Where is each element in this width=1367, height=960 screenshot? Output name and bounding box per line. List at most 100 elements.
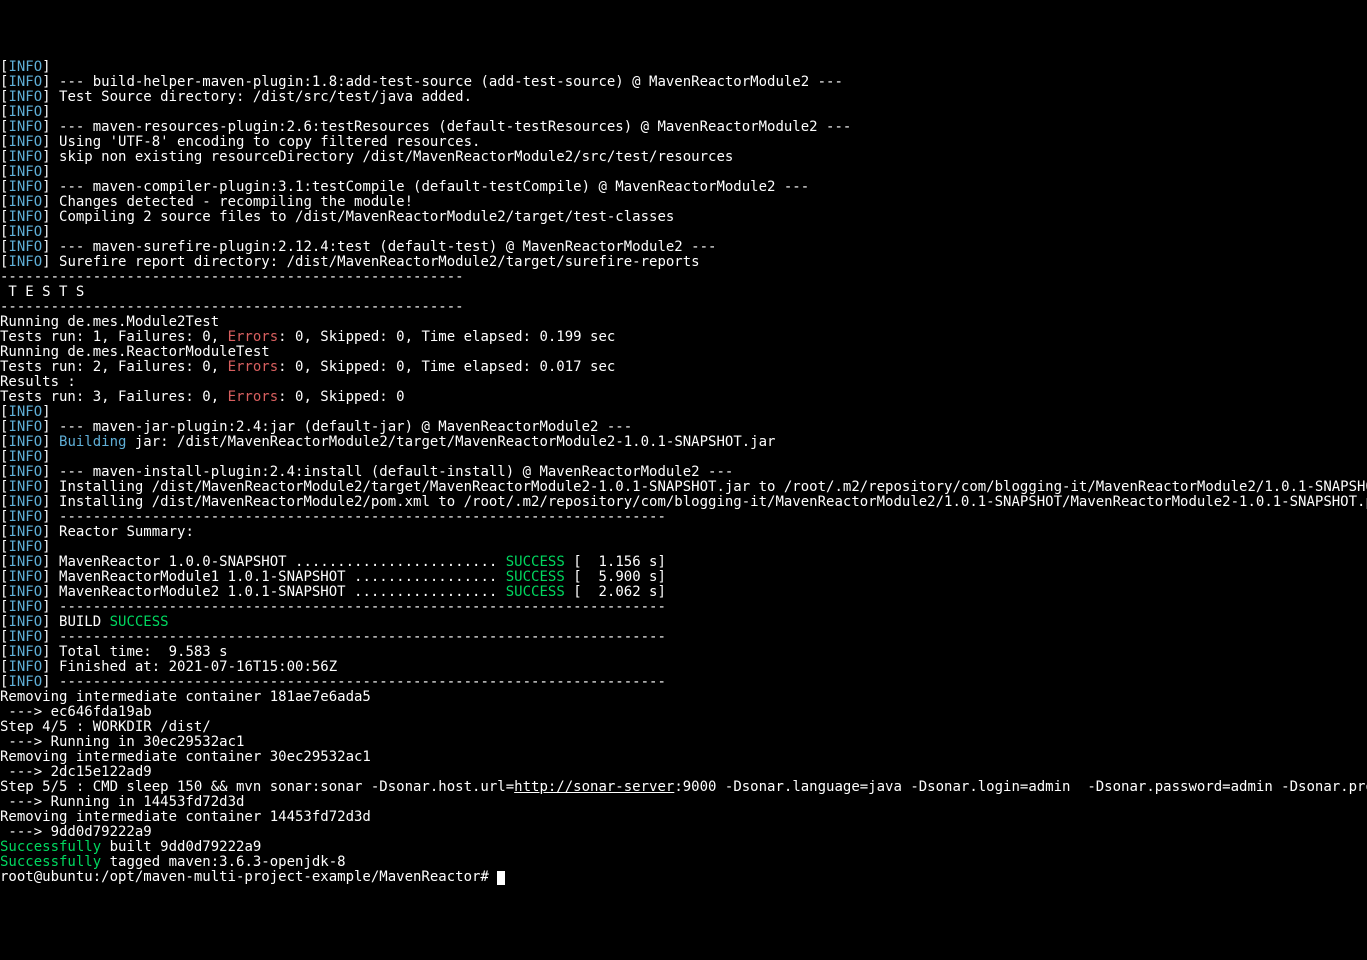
terminal-line: [INFO] Compiling 2 source files to /dist… bbox=[0, 210, 1367, 225]
info-text: INFO bbox=[8, 164, 42, 180]
info-text: INFO bbox=[8, 569, 42, 585]
terminal-line: [INFO] bbox=[0, 540, 1367, 555]
terminal-text: ] Total time: 9.583 s bbox=[42, 644, 227, 660]
terminal-text: ] Installing /dist/MavenReactorModule2/p… bbox=[42, 494, 1367, 510]
terminal-line: [INFO] ---------------------------------… bbox=[0, 675, 1367, 690]
info-text: INFO bbox=[8, 74, 42, 90]
terminal-text: ] bbox=[42, 449, 50, 465]
terminal-line: ---> ec646fda19ab bbox=[0, 705, 1367, 720]
info-text: INFO bbox=[8, 479, 42, 495]
terminal-text: ---> 2dc15e122ad9 bbox=[0, 764, 152, 780]
terminal-line: [INFO] MavenReactorModule1 1.0.1-SNAPSHO… bbox=[0, 570, 1367, 585]
terminal-line: Removing intermediate container 181ae7e6… bbox=[0, 690, 1367, 705]
terminal-line: Successfully tagged maven:3.6.3-openjdk-… bbox=[0, 855, 1367, 870]
terminal-text: Tests run: 1, Failures: 0, bbox=[0, 329, 228, 345]
terminal-text: ] bbox=[42, 104, 50, 120]
terminal-text: ] Reactor Summary: bbox=[42, 524, 194, 540]
terminal-text: built 9dd0d79222a9 bbox=[101, 839, 261, 855]
info-text: INFO bbox=[8, 614, 42, 630]
terminal-line: Tests run: 2, Failures: 0, Errors: 0, Sk… bbox=[0, 360, 1367, 375]
terminal-text: ] --------------------------------------… bbox=[42, 629, 666, 645]
terminal-text: Running de.mes.Module2Test bbox=[0, 314, 219, 330]
terminal-text: Tests run: 2, Failures: 0, bbox=[0, 359, 228, 375]
info-text: INFO bbox=[8, 419, 42, 435]
info-text: INFO bbox=[8, 179, 42, 195]
terminal-line: [INFO] --- maven-jar-plugin:2.4:jar (def… bbox=[0, 420, 1367, 435]
terminal-line: Step 4/5 : WORKDIR /dist/ bbox=[0, 720, 1367, 735]
terminal-line: Results : bbox=[0, 375, 1367, 390]
terminal-text: ] Surefire report directory: /dist/Maven… bbox=[42, 254, 699, 270]
errors-text: Errors bbox=[228, 359, 279, 375]
terminal-text: ] --- maven-compiler-plugin:3.1:testComp… bbox=[42, 179, 809, 195]
terminal-line: Step 5/5 : CMD sleep 150 && mvn sonar:so… bbox=[0, 780, 1367, 795]
info-text: INFO bbox=[8, 494, 42, 510]
terminal-line: [INFO] bbox=[0, 405, 1367, 420]
info-text: INFO bbox=[8, 119, 42, 135]
terminal-text: ] bbox=[42, 539, 50, 555]
terminal-text: T E S T S bbox=[0, 284, 84, 300]
terminal-line: T E S T S bbox=[0, 285, 1367, 300]
terminal-line: [INFO] ---------------------------------… bbox=[0, 510, 1367, 525]
terminal-text: Results : bbox=[0, 374, 76, 390]
terminal-line: [INFO] Finished at: 2021-07-16T15:00:56Z bbox=[0, 660, 1367, 675]
terminal-text: ] MavenReactorModule1 1.0.1-SNAPSHOT ...… bbox=[42, 569, 506, 585]
terminal-text: ] skip non existing resourceDirectory /d… bbox=[42, 149, 733, 165]
info-text: INFO bbox=[8, 149, 42, 165]
link-text: http://sonar-server bbox=[514, 779, 674, 795]
terminal-line: ---> Running in 30ec29532ac1 bbox=[0, 735, 1367, 750]
terminal-line: [INFO] Installing /dist/MavenReactorModu… bbox=[0, 495, 1367, 510]
terminal-line: Removing intermediate container 30ec2953… bbox=[0, 750, 1367, 765]
terminal-line: [INFO] Surefire report directory: /dist/… bbox=[0, 255, 1367, 270]
terminal-text: ] bbox=[42, 404, 50, 420]
info-text: INFO bbox=[8, 644, 42, 660]
info-text: INFO bbox=[8, 224, 42, 240]
terminal-text: Removing intermediate container 30ec2953… bbox=[0, 749, 371, 765]
info-text: INFO bbox=[8, 584, 42, 600]
info-text: INFO bbox=[8, 554, 42, 570]
info-text: INFO bbox=[8, 629, 42, 645]
terminal-text: ---> ec646fda19ab bbox=[0, 704, 152, 720]
terminal-line: [INFO] bbox=[0, 165, 1367, 180]
terminal-line: Tests run: 1, Failures: 0, Errors: 0, Sk… bbox=[0, 330, 1367, 345]
terminal-text: : 0, Skipped: 0, Time elapsed: 0.017 sec bbox=[278, 359, 615, 375]
info-text: INFO bbox=[8, 194, 42, 210]
info-text: INFO bbox=[8, 134, 42, 150]
terminal-text: ] --------------------------------------… bbox=[42, 674, 666, 690]
terminal-text: jar: /dist/MavenReactorModule2/target/Ma… bbox=[126, 434, 775, 450]
terminal-line: [INFO] MavenReactor 1.0.0-SNAPSHOT .....… bbox=[0, 555, 1367, 570]
terminal-text: Running de.mes.ReactorModuleTest bbox=[0, 344, 270, 360]
terminal-output[interactable]: [INFO][INFO] --- build-helper-maven-plug… bbox=[0, 60, 1367, 885]
terminal-text: ] --- build-helper-maven-plugin:1.8:add-… bbox=[42, 74, 843, 90]
terminal-text: ] bbox=[42, 434, 59, 450]
terminal-line: [INFO] ---------------------------------… bbox=[0, 630, 1367, 645]
info-text: INFO bbox=[8, 59, 42, 75]
info-text: INFO bbox=[8, 404, 42, 420]
info-text: INFO bbox=[8, 89, 42, 105]
terminal-text: ] Using 'UTF-8' encoding to copy filtere… bbox=[42, 134, 480, 150]
info-text: INFO bbox=[8, 524, 42, 540]
terminal-line: [INFO] Test Source directory: /dist/src/… bbox=[0, 90, 1367, 105]
info-text: INFO bbox=[8, 239, 42, 255]
shell-prompt: root@ubuntu:/opt/maven-multi-project-exa… bbox=[0, 869, 497, 885]
info-text: INFO bbox=[8, 464, 42, 480]
terminal-text: ---> 9dd0d79222a9 bbox=[0, 824, 152, 840]
terminal-text: ----------------------------------------… bbox=[0, 269, 464, 285]
terminal-line: ----------------------------------------… bbox=[0, 270, 1367, 285]
terminal-text: ] Changes detected - recompiling the mod… bbox=[42, 194, 413, 210]
terminal-text: ] MavenReactor 1.0.0-SNAPSHOT ..........… bbox=[42, 554, 506, 570]
terminal-text: tagged maven:3.6.3-openjdk-8 bbox=[101, 854, 345, 870]
terminal-text: [ 2.062 s] bbox=[565, 584, 666, 600]
terminal-text: Step 5/5 : CMD sleep 150 && mvn sonar:so… bbox=[0, 779, 514, 795]
terminal-text: ] --- maven-resources-plugin:2.6:testRes… bbox=[42, 119, 851, 135]
terminal-prompt-line[interactable]: root@ubuntu:/opt/maven-multi-project-exa… bbox=[0, 870, 1367, 885]
terminal-text: Removing intermediate container 14453fd7… bbox=[0, 809, 371, 825]
terminal-text: ] bbox=[42, 59, 50, 75]
terminal-line: [INFO] Changes detected - recompiling th… bbox=[0, 195, 1367, 210]
terminal-line: [INFO] Reactor Summary: bbox=[0, 525, 1367, 540]
terminal-line: [INFO] --- maven-resources-plugin:2.6:te… bbox=[0, 120, 1367, 135]
terminal-line: [INFO] Total time: 9.583 s bbox=[0, 645, 1367, 660]
info-text: INFO bbox=[8, 509, 42, 525]
terminal-text: :9000 -Dsonar.language=java -Dsonar.logi… bbox=[674, 779, 1367, 795]
terminal-line: [INFO] bbox=[0, 105, 1367, 120]
info-text: INFO bbox=[8, 539, 42, 555]
